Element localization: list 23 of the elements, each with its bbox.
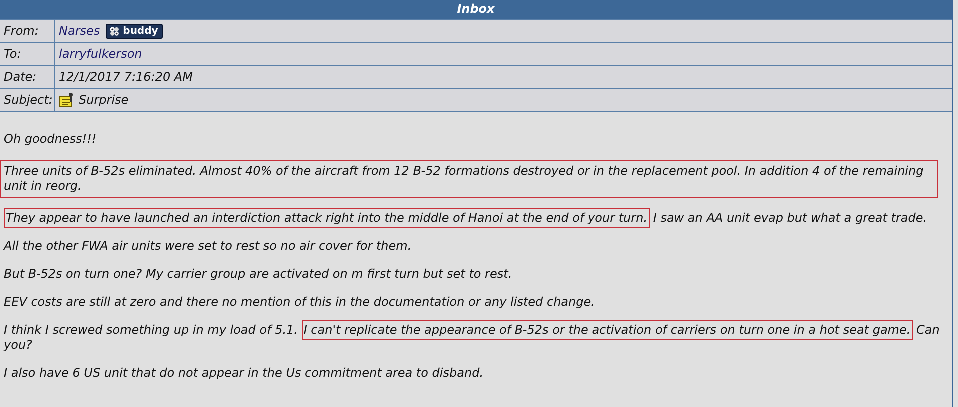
message-paragraph: But B-52s on turn one? My carrier group are activated on m first turn but set to rest. xyxy=(3,267,514,282)
date-text: 12/1/2017 7:16:20 AM xyxy=(59,70,193,84)
header-label: To: xyxy=(0,42,55,65)
highlighted-text: I can't replicate the appearance of B-52s or the activation of carriers on turn one in a hot seat game. xyxy=(302,320,913,340)
header-label: From: xyxy=(0,19,55,42)
subject-text: Surprise xyxy=(79,93,129,107)
header-label: Date: xyxy=(0,65,55,88)
sender-link[interactable]: Narses xyxy=(59,24,100,38)
message-paragraph: I also have 6 US unit that do not appear in the Us commitment area to disband. xyxy=(3,366,485,381)
buddy-badge: buddy xyxy=(106,24,164,38)
message-paragraph: EEV costs are still at zero and there no mention of this in the documentation or any listed change. xyxy=(3,295,596,310)
highlighted-text: They appear to have launched an interdiction attack right into the middle of Hanoi at the end of your turn. xyxy=(4,208,650,228)
message-paragraph: Three units of B-52s eliminated. Almost 40% of the aircraft from 12 B-52 formations destroyed or in the replacement pool. In addition 4 of the remaining unit in reorg. xyxy=(0,160,938,198)
header-label: Subject: xyxy=(0,88,55,111)
note-icon xyxy=(59,92,75,108)
recipient-link[interactable]: larryfulkerson xyxy=(59,47,142,61)
message-text: I saw an AA unit evap but what a great trade. xyxy=(653,211,928,225)
message-paragraph: All the other FWA air units were set to rest so no air cover for them. xyxy=(2,239,413,254)
message-paragraph: Oh goodness!!! xyxy=(3,132,98,147)
window-title: Inbox xyxy=(0,0,952,19)
message-text: I think I screwed something up in my load of 5.1. xyxy=(4,323,298,337)
message-text: Can xyxy=(916,323,940,337)
message-text: you? xyxy=(4,338,32,352)
